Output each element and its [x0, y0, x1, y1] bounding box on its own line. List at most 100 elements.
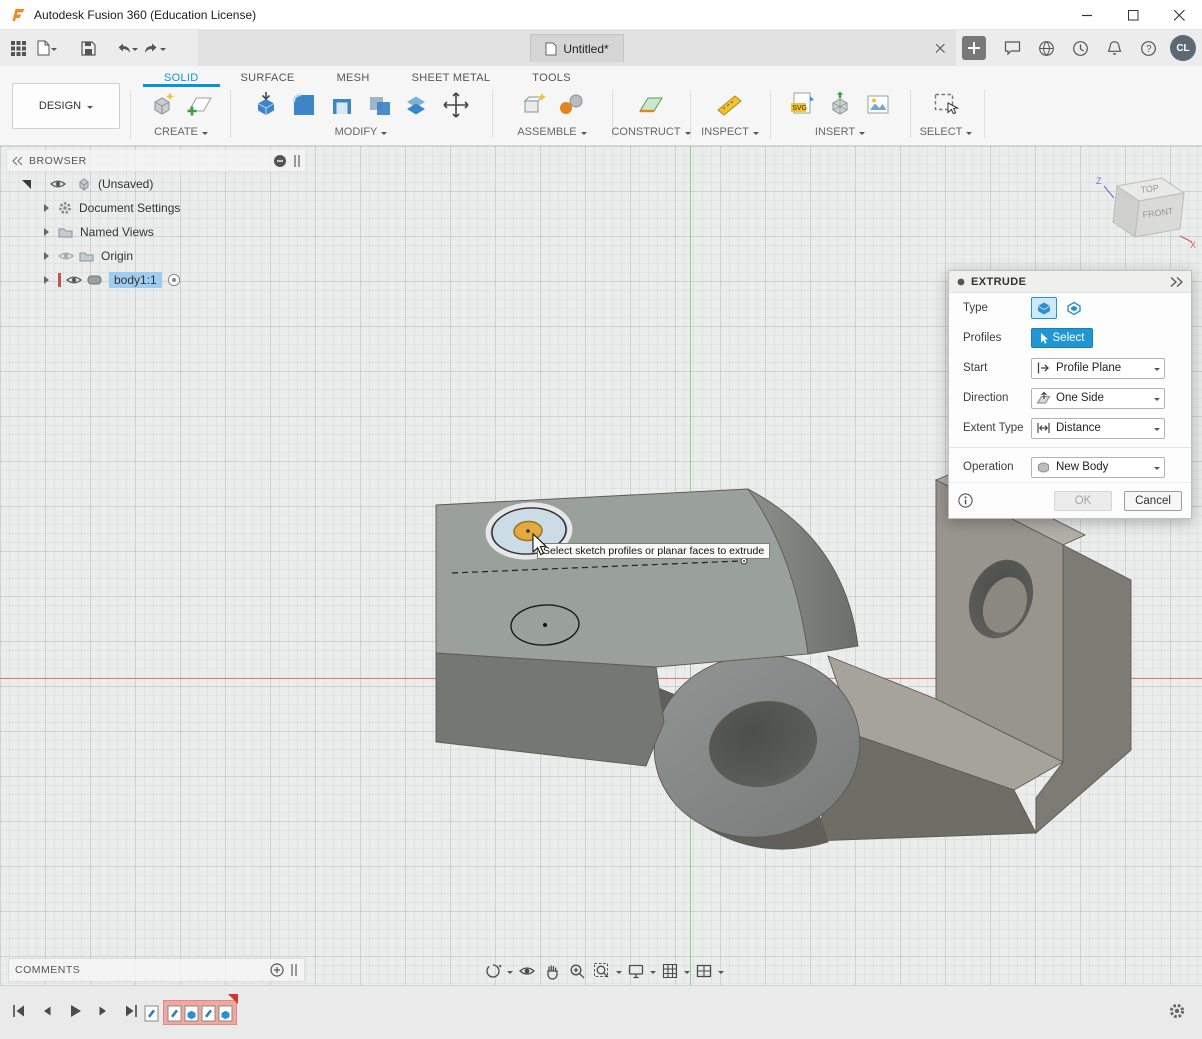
visibility-eye-icon[interactable] — [66, 274, 82, 286]
move-copy-icon[interactable] — [441, 90, 471, 120]
viewports-caret-icon[interactable] — [718, 971, 724, 977]
modify-dropdown[interactable]: MODIFY — [230, 126, 492, 138]
press-pull-icon[interactable] — [251, 90, 281, 120]
undo-button[interactable] — [114, 35, 138, 61]
grid-snap-caret-icon[interactable] — [684, 971, 690, 977]
ok-button[interactable]: OK — [1054, 491, 1112, 511]
comments-panel[interactable]: COMMENTS — [8, 958, 305, 982]
activate-component-radio-icon[interactable] — [167, 273, 181, 287]
new-document-button[interactable] — [962, 36, 986, 60]
combine-icon[interactable] — [365, 90, 395, 120]
start-dropdown[interactable]: Profile Plane — [1031, 358, 1165, 379]
go-to-end-button[interactable] — [120, 1000, 142, 1022]
redo-button[interactable] — [142, 35, 166, 61]
notifications-button[interactable] — [1102, 35, 1126, 61]
block-front-face[interactable] — [436, 653, 664, 766]
fit-button[interactable] — [591, 960, 613, 982]
timeline-feature-sketch[interactable] — [166, 1002, 183, 1023]
look-at-button[interactable] — [516, 960, 538, 982]
timeline-feature-sketch[interactable] — [200, 1002, 217, 1023]
step-back-button[interactable] — [36, 1000, 58, 1022]
browser-item-named-views[interactable]: Named Views — [8, 220, 305, 244]
new-solid-icon[interactable] — [147, 90, 177, 120]
cancel-button[interactable]: Cancel — [1124, 491, 1182, 511]
operation-dropdown[interactable]: New Body — [1031, 457, 1165, 478]
step-forward-button[interactable] — [92, 1000, 114, 1022]
comments-button[interactable] — [1000, 35, 1024, 61]
timeline-position-marker[interactable] — [228, 994, 238, 1004]
history-button[interactable] — [1068, 35, 1092, 61]
grid-snap-button[interactable] — [659, 960, 681, 982]
fillet-icon[interactable] — [289, 90, 319, 120]
go-to-start-button[interactable] — [8, 1000, 30, 1022]
visibility-eye-icon[interactable] — [50, 178, 66, 190]
timeline-settings-button[interactable] — [1168, 1002, 1186, 1025]
expand-caret-icon[interactable] — [22, 180, 31, 189]
timeline-feature-extrude[interactable] — [217, 1002, 234, 1023]
profiles-select-button[interactable]: Select — [1031, 328, 1093, 348]
expand-dialog-icon[interactable] — [1169, 276, 1183, 288]
browser-header[interactable]: BROWSER — [8, 150, 305, 172]
block-top-face[interactable] — [436, 489, 808, 667]
create-dropdown[interactable]: CREATE — [132, 126, 230, 138]
insert-dropdown[interactable]: INSERT — [770, 126, 910, 138]
timeline-feature-extrude[interactable] — [183, 1002, 200, 1023]
file-menu-button[interactable] — [34, 35, 58, 61]
workspace-selector[interactable]: DESIGN — [12, 83, 120, 129]
add-comment-icon[interactable] — [270, 963, 284, 977]
extent-dropdown[interactable]: Distance — [1031, 418, 1165, 439]
canvas-image-icon[interactable] — [863, 90, 893, 120]
play-button[interactable] — [64, 1000, 86, 1022]
minimize-button[interactable] — [1064, 0, 1110, 30]
visibility-eye-off-icon[interactable] — [58, 250, 74, 262]
viewcube[interactable]: Z X TOP FRONT — [1092, 168, 1202, 256]
extrude-type-solid-button[interactable] — [1031, 297, 1057, 319]
browser-item-document-root[interactable]: (Unsaved) — [8, 172, 305, 196]
insert-svg-icon[interactable]: SVG — [787, 90, 817, 120]
document-tab[interactable]: Untitled* — [530, 34, 623, 62]
maximize-button[interactable] — [1110, 0, 1156, 30]
fit-caret-icon[interactable] — [616, 971, 622, 977]
shell-icon[interactable] — [327, 90, 357, 120]
joint-icon[interactable] — [556, 90, 586, 120]
insert-mesh-icon[interactable] — [825, 90, 855, 120]
display-settings-caret-icon[interactable] — [650, 971, 656, 977]
extrude-dialog-header[interactable]: EXTRUDE — [949, 271, 1191, 293]
inspect-dropdown[interactable]: INSPECT — [690, 126, 770, 138]
viewports-button[interactable] — [693, 960, 715, 982]
browser-item-origin[interactable]: Origin — [8, 244, 305, 268]
expand-caret-icon[interactable] — [44, 204, 53, 212]
collapse-tree-icon[interactable] — [273, 154, 287, 168]
job-status-button[interactable] — [1034, 35, 1058, 61]
collapse-panel-icon[interactable] — [12, 156, 24, 166]
direction-dropdown[interactable]: One Side — [1031, 388, 1165, 409]
panel-grip-icon[interactable] — [290, 963, 298, 977]
user-avatar[interactable]: CL — [1170, 35, 1196, 61]
extrude-type-thin-button[interactable] — [1061, 297, 1087, 319]
orbit-caret-icon[interactable] — [507, 971, 513, 977]
timeline-feature-sketch[interactable] — [143, 1002, 160, 1023]
construct-dropdown[interactable]: CONSTRUCT — [612, 126, 690, 138]
browser-item-body1[interactable]: body1:1 — [8, 268, 305, 292]
offset-face-icon[interactable] — [403, 90, 433, 120]
display-settings-button[interactable] — [625, 960, 647, 982]
data-panel-button[interactable] — [6, 35, 30, 61]
zoom-button[interactable] — [566, 960, 588, 982]
close-button[interactable] — [1156, 0, 1202, 30]
close-tab-button[interactable] — [932, 40, 948, 56]
create-sketch-icon[interactable] — [185, 90, 215, 120]
expand-caret-icon[interactable] — [44, 228, 53, 236]
select-dropdown[interactable]: SELECT — [910, 126, 982, 138]
timeline-track[interactable] — [143, 996, 237, 1028]
panel-grip-icon[interactable] — [293, 154, 301, 168]
help-button[interactable]: ? — [1136, 35, 1160, 61]
pan-button[interactable] — [541, 960, 563, 982]
select-tool-icon[interactable] — [931, 90, 961, 120]
info-icon[interactable] — [958, 493, 973, 508]
new-component-icon[interactable] — [518, 90, 548, 120]
browser-item-document-settings[interactable]: Document Settings — [8, 196, 305, 220]
measure-icon[interactable] — [715, 90, 745, 120]
assemble-dropdown[interactable]: ASSEMBLE — [492, 126, 612, 138]
save-button[interactable] — [76, 35, 100, 61]
expand-caret-icon[interactable] — [44, 252, 53, 260]
